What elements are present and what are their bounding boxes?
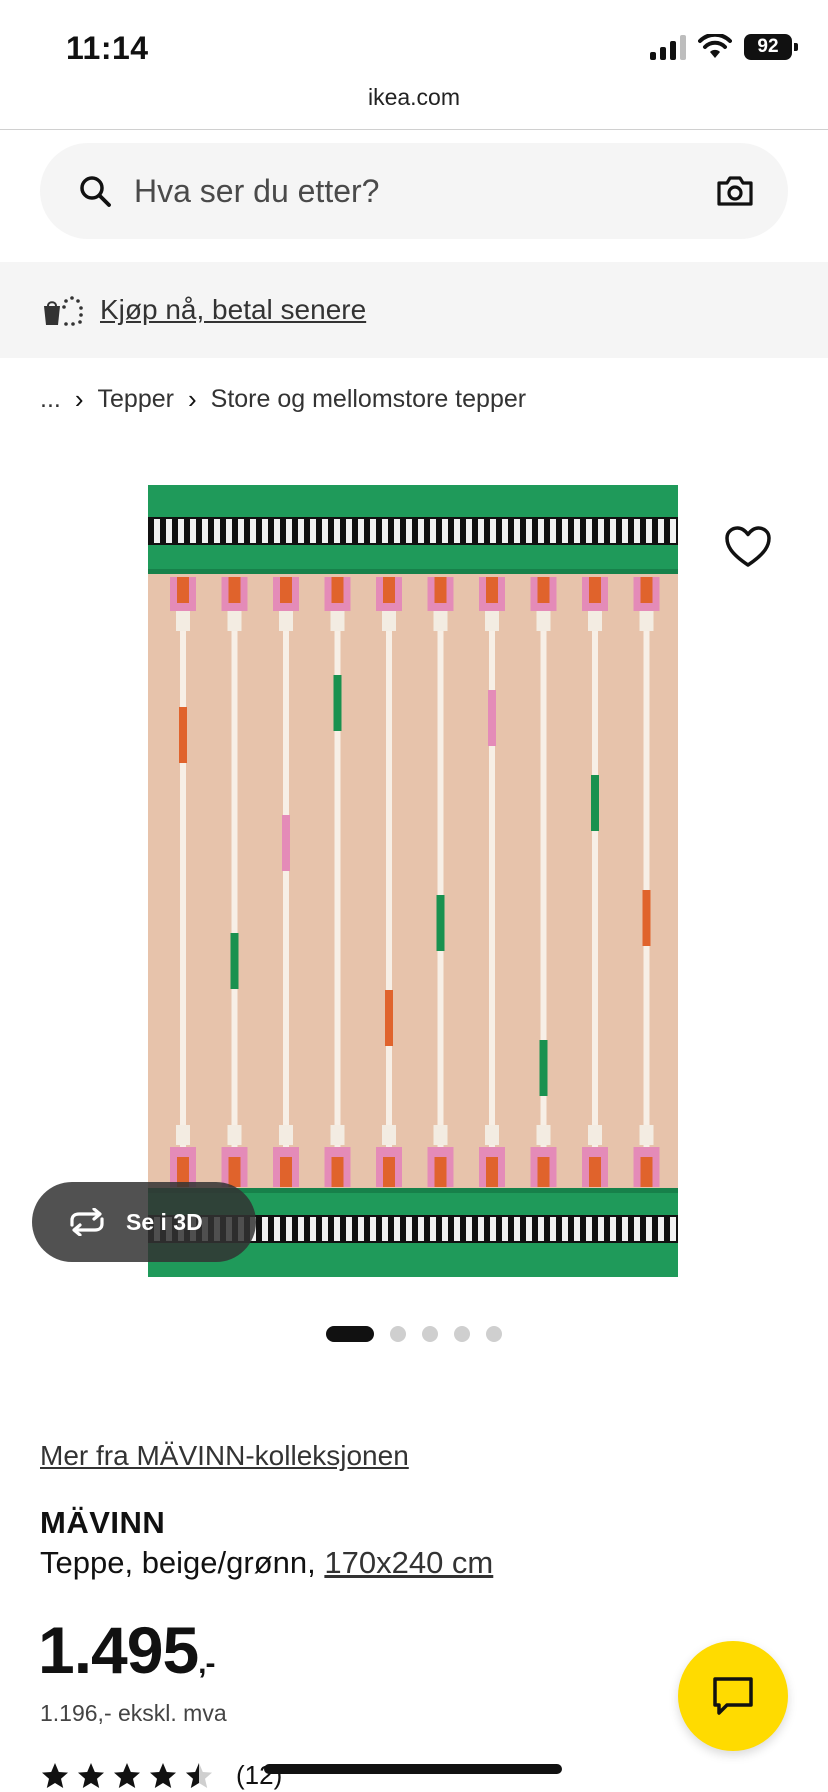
collection-link[interactable]: Mer fra MÄVINN-kolleksjonen: [40, 1440, 409, 1472]
rotate-3d-icon: [70, 1208, 104, 1236]
chevron-right-icon: ›: [74, 384, 84, 414]
carousel-dot-active[interactable]: [326, 1326, 374, 1342]
search-bar[interactable]: Hva ser du etter?: [40, 143, 788, 239]
carousel-dot[interactable]: [422, 1326, 438, 1342]
carousel-dot[interactable]: [486, 1326, 502, 1342]
promo-banner[interactable]: Kjøp nå, betal senere: [0, 262, 828, 358]
favorite-heart-icon[interactable]: [724, 525, 772, 569]
breadcrumb-item-tepper[interactable]: Tepper: [98, 385, 174, 414]
star-icon: [78, 1762, 104, 1788]
product-type: Teppe, beige/grønn,: [40, 1545, 316, 1580]
star-icon: [114, 1762, 140, 1788]
status-icons: 92: [650, 34, 798, 60]
breadcrumb-item-store-tepper[interactable]: Store og mellomstore tepper: [211, 385, 526, 414]
url-bar[interactable]: ikea.com: [0, 84, 828, 130]
product-page: 11:14 92 ikea.com Hva ser du etter? Kjøp…: [0, 0, 828, 1792]
product-name: MÄVINN: [40, 1505, 166, 1540]
home-indicator: [264, 1764, 562, 1774]
price-ex-vat: 1.196,- ekskl. mva: [40, 1700, 227, 1726]
product-price: 1.495,-: [38, 1612, 216, 1688]
search-input[interactable]: Hva ser du etter?: [134, 173, 716, 210]
status-time: 11:14: [66, 30, 149, 66]
breadcrumb: ... › Tepper › Store og mellomstore tepp…: [40, 384, 526, 415]
carousel-pagination: [326, 1326, 502, 1342]
battery-icon: 92: [744, 34, 798, 60]
buy-now-pay-later-link[interactable]: Kjøp nå, betal senere: [100, 294, 366, 326]
status-bar: 11:14 92: [0, 0, 828, 96]
shopping-bag-icon: [44, 296, 83, 326]
breadcrumb-ellipsis[interactable]: ...: [40, 385, 61, 414]
search-icon: [80, 176, 111, 207]
url-text: ikea.com: [367, 84, 461, 110]
wifi-icon: [698, 34, 732, 58]
carousel-dot[interactable]: [390, 1326, 406, 1342]
star-icon: [150, 1762, 176, 1788]
signal-icon: [650, 34, 686, 60]
price-main: 1.495: [38, 1613, 199, 1687]
product-image[interactable]: [148, 485, 678, 1277]
carousel-dot[interactable]: [454, 1326, 470, 1342]
chat-bubble-icon: [713, 1677, 753, 1715]
product-description: Teppe, beige/grønn, 170x240 cm: [40, 1545, 493, 1581]
size-link[interactable]: 170x240 cm: [324, 1545, 493, 1580]
view-in-3d-button[interactable]: Se i 3D: [32, 1182, 256, 1262]
view-in-3d-label: Se i 3D: [126, 1208, 203, 1235]
price-suffix: ,-: [198, 1647, 215, 1680]
chat-button[interactable]: [678, 1641, 788, 1751]
star-half-icon: [186, 1762, 212, 1788]
star-icon: [42, 1762, 68, 1788]
chevron-right-icon: ›: [187, 384, 197, 414]
rating-stars[interactable]: (12): [40, 1760, 282, 1791]
camera-icon[interactable]: [716, 175, 754, 207]
